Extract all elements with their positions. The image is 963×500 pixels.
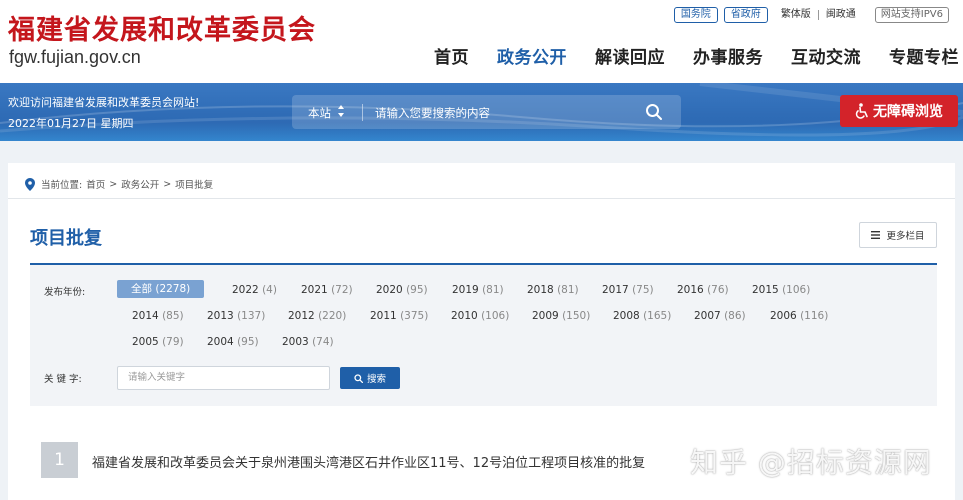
province-gov-link[interactable]: 省政府 [723, 7, 768, 23]
divider [362, 104, 363, 121]
year-filter-option[interactable]: 2022 (4) [232, 284, 277, 296]
keyword-search-button[interactable]: 搜索 [340, 367, 400, 389]
current-date: 2022年01月27日 星期四 [8, 117, 134, 130]
keyword-label: 关 键 字: [44, 374, 82, 385]
year-filter-option[interactable]: 2018 (81) [527, 284, 579, 296]
year-filter-option[interactable]: 2007 (86) [694, 310, 746, 322]
year-filter-option[interactable]: 2005 (79) [132, 336, 184, 348]
updown-arrow-icon [338, 105, 344, 117]
guowuyuan-link[interactable]: 国务院 [673, 7, 718, 23]
year-filter-option[interactable]: 2003 (74) [282, 336, 334, 348]
watermark: 知乎 @招标资源网 [690, 446, 932, 479]
keyword-input[interactable]: 请输入关键字 [117, 366, 330, 390]
breadcrumb-prefix: 当前位置: [41, 180, 83, 191]
year-filter-option[interactable]: 2015 (106) [752, 284, 810, 296]
more-columns-label: 更多栏目 [886, 231, 925, 242]
top-links: 国务院 省政府 繁体版 闽政通 网站支持IPV6 [673, 7, 949, 23]
minzhengtong-link[interactable]: 闽政通 [819, 9, 863, 21]
accessibility-label: 无障碍浏览 [873, 104, 943, 120]
nav-special-topics[interactable]: 专题专栏 [889, 43, 959, 68]
search-icon[interactable] [645, 103, 663, 121]
site-title[interactable]: 福建省发展和改革委员会 [8, 8, 316, 47]
list-item-title[interactable]: 福建省发展和改革委员会关于泉州港围头湾港区石井作业区11号、12号泊位工程项目核… [92, 452, 645, 471]
site-url[interactable]: fgw.fujian.gov.cn [9, 47, 141, 68]
search-icon [354, 373, 363, 383]
breadcrumb-current[interactable]: 项目批复 [175, 177, 213, 191]
location-pin-icon [25, 177, 35, 191]
search-input[interactable]: 请输入您要搜索的内容 [375, 105, 490, 121]
year-filter-option[interactable]: 2013 (137) [207, 310, 265, 322]
page-title: 项目批复 [30, 228, 102, 249]
year-filter-all[interactable]: 全部 (2278) [117, 280, 205, 298]
year-filter-option[interactable]: 2021 (72) [301, 284, 353, 296]
list-item-number: 1 [41, 442, 78, 478]
search-scope-select[interactable]: 本站 [308, 105, 331, 121]
year-filter-option[interactable]: 2017 (75) [602, 284, 654, 296]
year-filter-option[interactable]: 2016 (76) [677, 284, 729, 296]
year-filter-option[interactable]: 2020 (95) [376, 284, 428, 296]
ipv6-badge: 网站支持IPV6 [874, 7, 949, 23]
traditional-chinese-link[interactable]: 繁体版 [774, 9, 818, 21]
site-search[interactable]: 本站 请输入您要搜索的内容 [292, 95, 681, 129]
accessibility-button[interactable]: 无障碍浏览 [840, 95, 958, 127]
breadcrumb: 当前位置: 首页 > 政务公开 > 项目批复 [25, 177, 217, 191]
nav-interaction[interactable]: 互动交流 [791, 43, 861, 68]
year-filter-option[interactable]: 2004 (95) [207, 336, 259, 348]
search-button-label: 搜索 [366, 374, 386, 385]
menu-icon [871, 231, 881, 239]
year-filter-option[interactable]: 2012 (220) [288, 310, 346, 322]
site-header: 福建省发展和改革委员会 fgw.fujian.gov.cn 国务院 省政府 繁体… [0, 0, 963, 83]
year-filter-option[interactable]: 2009 (150) [532, 310, 590, 322]
nav-services[interactable]: 办事服务 [693, 43, 763, 68]
divider [8, 198, 955, 199]
nav-home[interactable]: 首页 [434, 43, 469, 68]
breadcrumb-home[interactable]: 首页 [86, 177, 105, 191]
breadcrumb-separator: > [163, 178, 172, 190]
year-filter-option[interactable]: 2010 (106) [451, 310, 509, 322]
breadcrumb-separator: > [109, 178, 118, 190]
main-nav: 首页 政务公开 解读回应 办事服务 互动交流 专题专栏 [406, 43, 959, 68]
more-columns-button[interactable]: 更多栏目 [859, 222, 937, 248]
year-filter-option[interactable]: 2008 (165) [613, 310, 671, 322]
nav-gov-affairs[interactable]: 政务公开 [497, 43, 567, 68]
welcome-text: 欢迎访问福建省发展和改革委员会网站! [8, 96, 200, 109]
breadcrumb-gov-affairs[interactable]: 政务公开 [121, 177, 159, 191]
nav-interpretation[interactable]: 解读回应 [595, 43, 665, 68]
year-filter-label: 发布年份: [44, 287, 86, 298]
filter-panel: 发布年份: 全部 (2278) 2022 (4) 2021 (72) 2020 … [30, 265, 937, 406]
year-filter-option[interactable]: 2006 (116) [770, 310, 828, 322]
wheelchair-icon [855, 103, 868, 119]
year-filter-option[interactable]: 2011 (375) [370, 310, 428, 322]
year-filter-option[interactable]: 2019 (81) [452, 284, 504, 296]
year-filter-option[interactable]: 2014 (85) [132, 310, 184, 322]
